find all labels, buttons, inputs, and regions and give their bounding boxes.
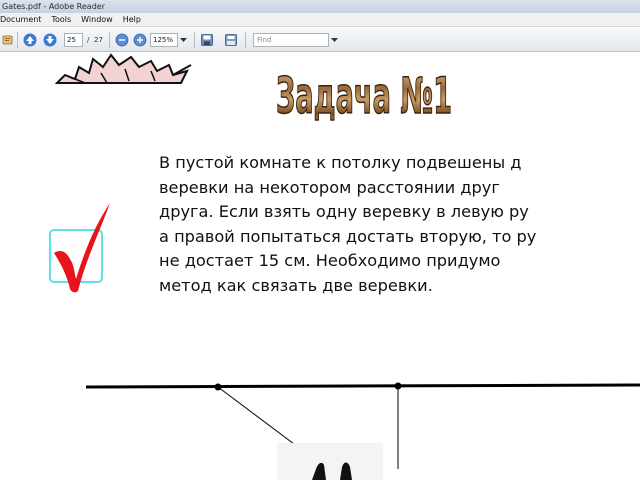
paragraph-line: В пустой комнате к потолку подвешены д xyxy=(159,153,522,172)
ceiling-line xyxy=(85,383,640,389)
person-clipart-frame xyxy=(277,443,383,480)
menu-item-tools[interactable]: Tools xyxy=(46,13,76,26)
zoom-out-button[interactable] xyxy=(114,32,130,48)
paragraph-line: не достает 15 см. Необходимо придумо xyxy=(159,251,501,271)
window-title-bar: Gates.pdf - Adobe Reader xyxy=(0,0,640,13)
red-checkmark-icon xyxy=(54,203,110,293)
menu-item-document[interactable]: Document xyxy=(0,13,46,26)
window-title: Gates.pdf - Adobe Reader xyxy=(2,2,105,11)
page-total: 27 xyxy=(94,36,103,44)
menu-item-window[interactable]: Window xyxy=(76,13,118,26)
paragraph-line: веревки на некотором расстоянии друг xyxy=(159,177,500,197)
paragraph-line: а правой попытаться достать вторую, то р… xyxy=(159,226,537,246)
next-page-button[interactable] xyxy=(42,32,58,48)
task-heading: Задача №1 xyxy=(272,61,456,126)
menu-bar: Document Tools Window Help xyxy=(0,13,640,27)
toolbar: 25 / 27 125% Find xyxy=(0,28,640,52)
document-page: Задача №1 В пустой комнате к потолку под… xyxy=(0,53,640,480)
zoom-level-input[interactable]: 125% xyxy=(150,33,178,47)
cartoon-clipart-icon xyxy=(55,53,192,84)
ropes-diagram xyxy=(85,382,640,480)
paragraph-line: друга. Если взять одну веревку в левую р… xyxy=(159,202,529,222)
page-number-input[interactable]: 25 xyxy=(64,33,83,47)
zoom-in-button[interactable] xyxy=(132,32,148,48)
task-paragraph: В пустой комнате к потолку подвешены д в… xyxy=(159,151,640,299)
hand-tool-icon[interactable] xyxy=(1,32,15,48)
page-separator: / xyxy=(87,36,90,44)
zoom-dropdown-chevron-down-icon[interactable] xyxy=(178,32,188,48)
print-icon[interactable] xyxy=(223,32,239,48)
task-heading-text: Задача №1 xyxy=(276,68,452,121)
menu-item-help[interactable]: Help xyxy=(118,13,146,26)
find-dropdown-chevron-down-icon[interactable] xyxy=(330,32,338,48)
find-input[interactable]: Find xyxy=(253,33,329,47)
paragraph-line: метод как связать две веревки. xyxy=(159,275,433,295)
save-copy-icon[interactable] xyxy=(199,32,215,48)
previous-page-button[interactable] xyxy=(22,32,38,48)
